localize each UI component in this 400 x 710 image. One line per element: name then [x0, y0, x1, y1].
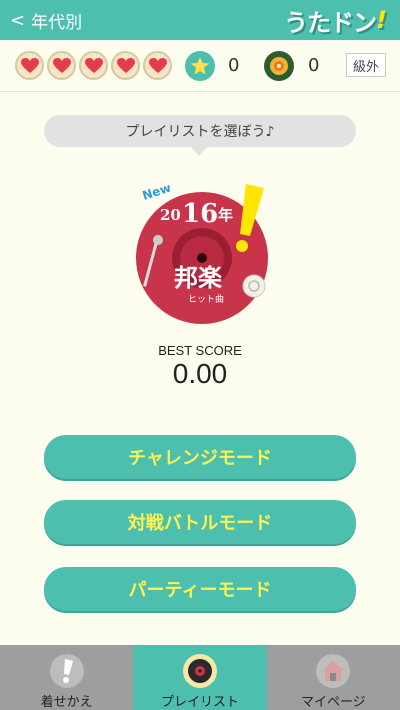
- logo-exclaim: !: [376, 6, 387, 34]
- heart-icon: [111, 51, 140, 80]
- app-header: < 年代別 うたドン!: [0, 0, 400, 40]
- heart-icon: [47, 51, 76, 80]
- bubble-tail: [190, 146, 208, 156]
- star-icon: [185, 51, 215, 81]
- heart-icon: [79, 51, 108, 80]
- year-prefix: 20: [160, 206, 181, 224]
- status-bar: 0 0 級外: [0, 40, 400, 92]
- medal-count: 0: [308, 55, 320, 76]
- nav-item-playlist[interactable]: プレイリスト: [133, 645, 267, 710]
- home-icon: [316, 654, 351, 688]
- nav-item-dressup[interactable]: 着せかえ: [0, 645, 133, 710]
- best-score-label: BEST SCORE: [158, 343, 242, 358]
- party-mode-button[interactable]: パーティーモード: [44, 567, 356, 611]
- app-logo: うたドン!: [284, 3, 387, 37]
- rank-badge: 級外: [346, 53, 386, 77]
- star-count: 0: [228, 55, 240, 76]
- battle-mode-button[interactable]: 対戦バトルモード: [44, 500, 356, 544]
- playlist-record-art[interactable]: New 20 16 年 邦楽 ヒット曲: [130, 178, 280, 328]
- nav-label: 着せかえ: [40, 695, 93, 710]
- nav-item-mypage[interactable]: マイページ: [267, 645, 400, 710]
- medal-icon: [264, 51, 294, 81]
- logo-text: うたドン: [284, 8, 377, 37]
- challenge-mode-button[interactable]: チャレンジモード: [44, 435, 356, 479]
- year-main: 16: [182, 199, 218, 229]
- subtitle-label: ヒット曲: [188, 294, 224, 305]
- nav-label: プレイリスト: [160, 695, 239, 710]
- exclamation-icon: [49, 654, 84, 688]
- nav-label: マイページ: [300, 695, 366, 710]
- prompt-bubble: プレイリストを選ぼう♪: [44, 115, 356, 147]
- back-button[interactable]: < 年代別: [10, 8, 83, 33]
- chevron-left-icon: <: [10, 9, 26, 31]
- genre-label: 邦楽: [174, 264, 223, 292]
- record-icon: [182, 654, 217, 688]
- heart-icon: [143, 51, 172, 80]
- hearts-row: [15, 51, 172, 80]
- heart-icon: [15, 51, 44, 80]
- bottom-nav: 着せかえ プレイリスト マイページ: [0, 645, 400, 710]
- new-label: New: [141, 180, 173, 202]
- best-score-value: 0.00: [172, 358, 228, 389]
- year-suffix: 年: [218, 206, 233, 224]
- back-label: 年代別: [31, 12, 83, 33]
